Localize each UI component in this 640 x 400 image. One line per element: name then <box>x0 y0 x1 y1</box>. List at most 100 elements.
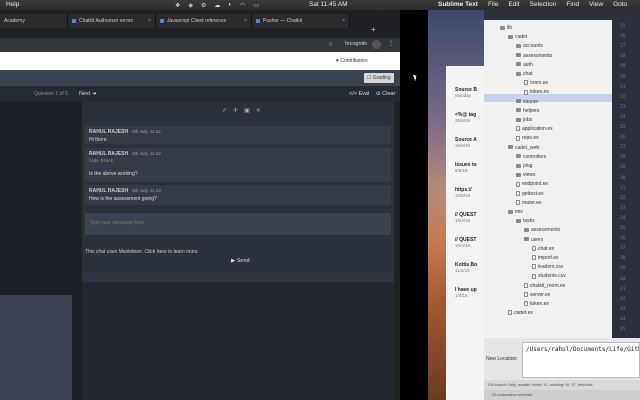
tree-file[interactable]: repo.ex <box>516 135 539 141</box>
tree-label: cadet.ex <box>514 310 533 317</box>
incognito-icon[interactable] <box>372 40 381 49</box>
tree-folder[interactable]: mix <box>508 209 523 215</box>
note-item[interactable]: I have up 1/4/19 <box>455 287 489 298</box>
shield-icon[interactable]: ◈ <box>188 2 193 9</box>
tree-file[interactable]: leaders.csv <box>532 264 563 270</box>
line-number: 21 <box>620 84 626 90</box>
menu-view[interactable]: View <box>589 1 603 8</box>
close-icon[interactable]: × <box>148 18 151 24</box>
new-tab-icon[interactable]: + <box>371 25 376 34</box>
message-input[interactable]: Type your message here <box>85 213 391 235</box>
check-icon[interactable]: ✓ <box>222 107 227 114</box>
tree-file[interactable]: token.ex <box>524 301 549 307</box>
tree-folder[interactable]: auth <box>516 62 533 68</box>
line-number: 34 <box>620 215 626 221</box>
file-icon <box>524 282 528 288</box>
menu-selection[interactable]: Selection <box>530 1 557 8</box>
markdown-note[interactable]: This chat uses Markdown. Click here to l… <box>85 249 199 255</box>
close-icon[interactable]: × <box>342 18 345 24</box>
tree-file[interactable]: import.ex <box>532 255 559 261</box>
tree-folder[interactable]: lib <box>500 25 512 31</box>
line-number: 38 <box>620 256 626 262</box>
tree-folder[interactable]: plug <box>516 163 532 169</box>
bottom-panel-header[interactable] <box>82 272 394 282</box>
sidebar <box>484 20 612 338</box>
tree-file[interactable]: application.ex <box>516 126 553 132</box>
help-menu[interactable]: Help <box>6 1 19 8</box>
tree-file[interactable]: router.ex <box>516 200 541 206</box>
contributors-link[interactable]: ♥ Contributors <box>336 58 368 64</box>
star-icon[interactable]: ☆ <box>328 41 333 48</box>
tree-folder[interactable]: course <box>516 99 538 105</box>
grading-button[interactable]: ☐ Grading <box>364 73 394 83</box>
tree-file[interactable]: server.ex <box>524 292 550 298</box>
favicon-icon <box>256 18 260 23</box>
tree-folder[interactable]: assessments <box>524 227 560 233</box>
tree-folder[interactable]: cadet <box>508 34 527 40</box>
note-item[interactable]: <%@ tag 20/6/19 <box>455 112 489 123</box>
tree-label: cadet_web <box>515 144 540 151</box>
tree-file[interactable]: gettext.ex <box>516 191 544 197</box>
menu-goto[interactable]: Goto <box>613 1 627 8</box>
close-icon[interactable]: ✕ <box>256 107 261 114</box>
menu-file[interactable]: File <box>488 1 498 8</box>
tree-file[interactable]: chat.ex <box>532 246 554 252</box>
tree-folder[interactable]: chat <box>516 71 532 77</box>
next-button[interactable]: Next ➔ <box>79 91 96 97</box>
new-location-input[interactable]: /Users/rahul/Documents/Life/Gith <box>522 342 640 378</box>
volume-icon[interactable]: ◐ <box>228 2 232 8</box>
tree-file[interactable]: token.ex <box>524 89 549 95</box>
tree-folder[interactable]: controllers <box>516 154 546 160</box>
tab-chatkit-errors[interactable]: Chatkit Authorizer errors × <box>68 14 156 28</box>
tree-file[interactable]: chatkit_room.ex <box>524 283 565 289</box>
tab-pusher[interactable]: Pusher — Chatkit × <box>252 14 350 28</box>
tree-folder[interactable]: helpers <box>516 108 539 114</box>
tab-label: Academy <box>4 18 25 24</box>
more-icon[interactable]: ⋮ <box>388 40 394 47</box>
grading-bar <box>0 70 400 86</box>
expand-icon[interactable]: ✢ <box>233 107 238 114</box>
tree-file[interactable]: room.ex <box>524 80 548 86</box>
tree-file[interactable]: students.csv <box>532 273 566 279</box>
note-item[interactable]: Kottis Bo 11/4/19 <box>455 262 489 273</box>
eval-button[interactable]: </> Eval <box>349 91 369 97</box>
menu-find[interactable]: Find <box>566 1 579 8</box>
tree-file[interactable]: cadet.ex <box>508 310 533 316</box>
send-button[interactable]: ▶ Send <box>231 258 250 264</box>
line-number: 25 <box>620 125 626 130</box>
cloud-icon[interactable]: ☁ <box>214 2 220 9</box>
menu-edit[interactable]: Edit <box>508 1 519 8</box>
wifi-icon[interactable]: ◠ <box>240 2 245 9</box>
note-item[interactable]: https://12/5/19 <box>455 187 489 198</box>
note-item[interactable]: Source B Monday <box>455 87 489 98</box>
gear-icon[interactable]: ⚙ <box>201 2 206 9</box>
tree-file[interactable]: endpoint.ex <box>516 181 548 187</box>
note-item[interactable]: Source A 16/6/19 <box>455 137 489 148</box>
tab-js-client[interactable]: Javascript Client reference × <box>156 14 252 28</box>
tree-folder[interactable]: assessments <box>516 53 552 59</box>
contributors-label: Contributors <box>340 58 368 64</box>
tree-folder[interactable]: cadet_web <box>508 145 539 151</box>
menu-sublime[interactable]: Sublime Text <box>438 1 478 8</box>
clear-button[interactable]: ⊘ Clear <box>376 91 395 97</box>
tree-folder[interactable]: users <box>524 237 543 243</box>
note-item[interactable]: Issues to 6/6/19 <box>455 162 489 173</box>
message-author: RAHUL RAJESH <box>89 151 129 157</box>
tree-folder[interactable]: accounts <box>516 43 543 49</box>
close-icon[interactable]: × <box>244 18 247 24</box>
file-icon <box>532 245 536 251</box>
tree-folder[interactable]: views <box>516 172 536 178</box>
folder-icon <box>516 44 521 49</box>
tree-label: cadet <box>515 34 528 41</box>
battery-icon[interactable]: ▭ <box>253 2 259 9</box>
note-item[interactable]: // QUEST 16/4/19 <box>455 237 489 248</box>
clock[interactable]: Sat 11:45 AM <box>309 1 348 8</box>
note-item[interactable]: // QUEST 16/4/19 <box>455 212 489 223</box>
tree-folder[interactable]: tasks <box>516 218 535 224</box>
dropbox-icon[interactable]: ❖ <box>175 2 180 9</box>
tree-folder[interactable]: jobs <box>516 117 532 123</box>
repl-pane[interactable] <box>0 295 72 400</box>
tab-academy[interactable]: Academy <box>0 14 68 28</box>
window-icon[interactable]: ▣ <box>244 107 250 114</box>
address-bar[interactable] <box>0 38 400 52</box>
